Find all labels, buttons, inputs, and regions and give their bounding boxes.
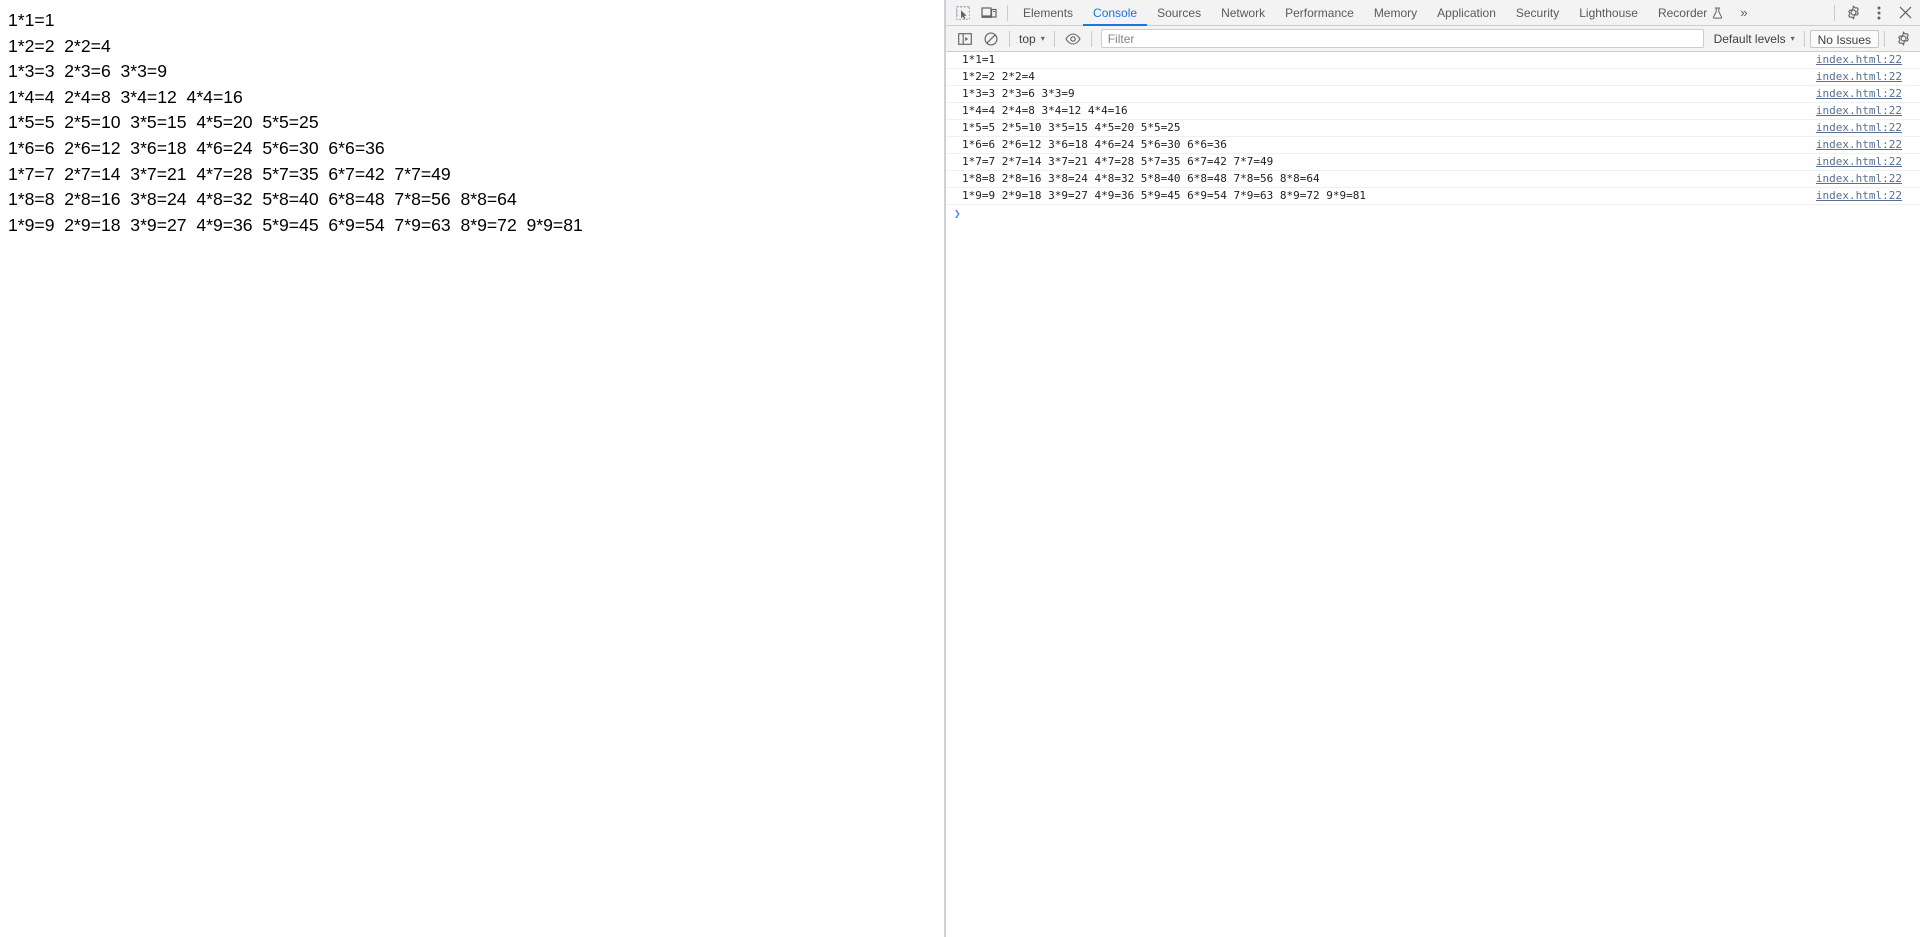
execution-context-label: top — [1019, 31, 1036, 46]
toolbar-divider — [1884, 30, 1885, 47]
console-toolbar: top ▾ Default levels ▾ No Issues — [946, 26, 1920, 52]
tab-network[interactable]: Network — [1211, 1, 1275, 26]
console-source-link[interactable]: index.html:22 — [1816, 155, 1920, 169]
page-text-line: 1*6=6 2*6=12 3*6=18 4*6=24 5*6=30 6*6=36 — [8, 137, 385, 158]
devtools-tabstrip: Elements Console Sources Network Perform… — [946, 0, 1920, 26]
toolbar-divider — [1053, 30, 1055, 47]
console-prompt-input[interactable] — [961, 207, 1920, 221]
issues-button[interactable]: No Issues — [1809, 29, 1879, 48]
tab-performance[interactable]: Performance — [1275, 1, 1364, 26]
console-row[interactable]: 1*4=4 2*4=8 3*4=12 4*4=16 index.html:22 — [946, 103, 1920, 120]
tab-label: Recorder — [1657, 5, 1708, 20]
tab-label: Lighthouse — [1579, 5, 1638, 20]
console-row[interactable]: 1*8=8 2*8=16 3*8=24 4*8=32 5*8=40 6*8=48… — [946, 171, 1920, 188]
page-text-line: 1*8=8 2*8=16 3*8=24 4*8=32 5*8=40 6*8=48… — [8, 189, 517, 210]
tab-label: Elements — [1023, 5, 1074, 20]
tab-label: Performance — [1285, 5, 1354, 20]
console-message-text: 1*8=8 2*8=16 3*8=24 4*8=32 5*8=40 6*8=48… — [962, 172, 1320, 185]
browser-window: 1*1=1 1*2=2 2*2=4 1*3=3 2*3=6 3*3=9 1*4=… — [0, 0, 1920, 937]
console-settings-gear-icon[interactable] — [1890, 27, 1916, 51]
log-levels-label: Default levels — [1713, 31, 1786, 46]
console-source-link[interactable]: index.html:22 — [1816, 138, 1920, 152]
console-message-text: 1*2=2 2*2=4 — [962, 70, 1035, 83]
page-text-line: 1*2=2 2*2=4 — [8, 35, 111, 56]
filter-input[interactable] — [1100, 29, 1704, 48]
console-source-link[interactable]: index.html:22 — [1816, 189, 1920, 203]
tab-sources[interactable]: Sources — [1147, 1, 1211, 26]
console-prompt[interactable]: ❯ — [946, 205, 1920, 225]
console-source-link[interactable]: index.html:22 — [1816, 104, 1920, 118]
console-row[interactable]: 1*7=7 2*7=14 3*7=21 4*7=28 5*7=35 6*7=42… — [946, 154, 1920, 171]
eye-icon[interactable] — [1060, 27, 1086, 51]
console-source-link[interactable]: index.html:22 — [1816, 121, 1920, 135]
devtools-panel: Elements Console Sources Network Perform… — [946, 0, 1920, 937]
close-icon[interactable] — [1892, 1, 1918, 25]
console-sidebar-icon[interactable] — [952, 27, 978, 51]
console-source-link[interactable]: index.html:22 — [1816, 87, 1920, 101]
page-text-line: 1*3=3 2*3=6 3*3=9 — [8, 61, 167, 82]
flask-icon — [1712, 7, 1723, 19]
page-text-line: 1*9=9 2*9=18 3*9=27 4*9=36 5*9=45 6*9=54… — [8, 214, 583, 235]
tab-label: Sources — [1157, 5, 1202, 20]
console-row[interactable]: 1*1=1 index.html:22 — [946, 52, 1920, 69]
toolbar-divider — [1007, 4, 1008, 21]
log-levels-selector[interactable]: Default levels ▾ — [1710, 29, 1799, 49]
tab-elements[interactable]: Elements — [1013, 1, 1083, 26]
console-row[interactable]: 1*5=5 2*5=10 3*5=15 4*5=20 5*5=25 index.… — [946, 120, 1920, 137]
tab-label: Security — [1515, 5, 1560, 20]
console-message-text: 1*1=1 — [962, 53, 996, 66]
toolbar-divider — [1803, 30, 1805, 47]
console-row[interactable]: 1*6=6 2*6=12 3*6=18 4*6=24 5*6=30 6*6=36… — [946, 137, 1920, 154]
tab-security[interactable]: Security — [1506, 1, 1569, 26]
chevron-down-icon: ▾ — [1040, 34, 1045, 43]
toolbar-divider — [1834, 4, 1835, 21]
console-source-link[interactable]: index.html:22 — [1816, 172, 1920, 186]
console-row[interactable]: 1*2=2 2*2=4 index.html:22 — [946, 69, 1920, 86]
console-row[interactable]: 1*9=9 2*9=18 3*9=27 4*9=36 5*9=45 6*9=54… — [946, 188, 1920, 205]
prompt-chevron-icon: ❯ — [954, 207, 961, 220]
tab-console[interactable]: Console — [1083, 1, 1148, 26]
tab-memory[interactable]: Memory — [1364, 1, 1427, 26]
console-message-text: 1*4=4 2*4=8 3*4=12 4*4=16 — [962, 104, 1128, 117]
chevron-down-icon: ▾ — [1790, 34, 1795, 43]
toolbar-divider — [1009, 30, 1010, 47]
console-row[interactable]: 1*3=3 2*3=6 3*3=9 index.html:22 — [946, 86, 1920, 103]
page-text-line: 1*1=1 — [8, 10, 55, 30]
clear-console-icon[interactable] — [978, 27, 1004, 51]
console-message-text: 1*6=6 2*6=12 3*6=18 4*6=24 5*6=30 6*6=36 — [962, 138, 1227, 151]
tab-lighthouse[interactable]: Lighthouse — [1569, 1, 1648, 26]
toolbar-divider — [1090, 30, 1092, 47]
kebab-menu-icon[interactable] — [1866, 1, 1892, 25]
page-text-line: 1*5=5 2*5=10 3*5=15 4*5=20 5*5=25 — [8, 112, 319, 133]
tab-recorder[interactable]: Recorder — [1648, 1, 1733, 26]
console-message-text: 1*3=3 2*3=6 3*3=9 — [962, 87, 1075, 100]
page-viewport: 1*1=1 1*2=2 2*2=4 1*3=3 2*3=6 3*3=9 1*4=… — [0, 0, 944, 937]
tab-label: Memory — [1373, 5, 1418, 20]
device-toolbar-icon[interactable] — [976, 1, 1002, 25]
page-text-line: 1*7=7 2*7=14 3*7=21 4*7=28 5*7=35 6*7=42… — [8, 163, 451, 184]
console-message-text: 1*9=9 2*9=18 3*9=27 4*9=36 5*9=45 6*9=54… — [962, 189, 1366, 202]
console-message-list[interactable]: 1*1=1 index.html:22 1*2=2 2*2=4 index.ht… — [946, 52, 1920, 937]
console-source-link[interactable]: index.html:22 — [1816, 53, 1920, 67]
gear-icon[interactable] — [1840, 1, 1866, 25]
tab-label: Network — [1221, 5, 1266, 20]
console-message-text: 1*5=5 2*5=10 3*5=15 4*5=20 5*5=25 — [962, 121, 1181, 134]
execution-context-selector[interactable]: top ▾ — [1015, 29, 1049, 49]
page-text-line: 1*4=4 2*4=8 3*4=12 4*4=16 — [8, 86, 243, 107]
tab-label: Console — [1093, 5, 1138, 20]
console-source-link[interactable]: index.html:22 — [1816, 70, 1920, 84]
inspect-element-icon[interactable] — [950, 1, 976, 25]
more-tabs-button[interactable]: » — [1733, 5, 1753, 20]
console-message-text: 1*7=7 2*7=14 3*7=21 4*7=28 5*7=35 6*7=42… — [962, 155, 1274, 168]
tab-application[interactable]: Application — [1427, 1, 1506, 26]
tab-label: Application — [1437, 5, 1496, 20]
